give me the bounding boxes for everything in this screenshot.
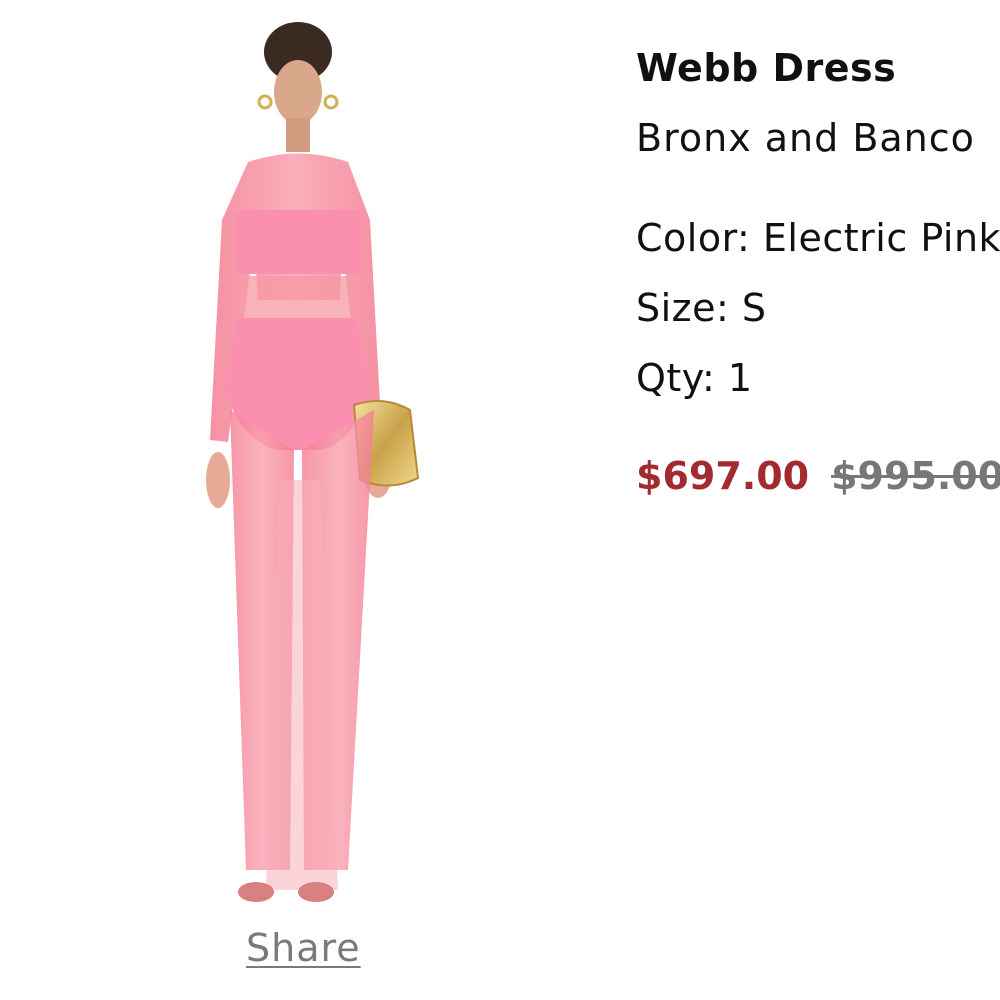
product-quantity: Qty: 1 bbox=[636, 356, 753, 400]
product-image[interactable] bbox=[170, 10, 450, 925]
product-color: Color: Electric Pink bbox=[636, 216, 1000, 260]
sale-price: $697.00 bbox=[636, 454, 810, 498]
product-photo-model-icon bbox=[206, 22, 420, 902]
price-row: $697.00 $995.00 bbox=[636, 450, 1000, 502]
original-price: $995.00 bbox=[831, 454, 1000, 498]
share-link[interactable]: Share bbox=[246, 926, 361, 970]
product-title[interactable]: Webb Dress bbox=[636, 42, 1000, 94]
product-size: Size: S bbox=[636, 286, 767, 330]
product-brand[interactable]: Bronx and Banco bbox=[636, 112, 1000, 164]
product-info: Webb Dress Bronx and Banco Color: Electr… bbox=[636, 42, 1000, 502]
